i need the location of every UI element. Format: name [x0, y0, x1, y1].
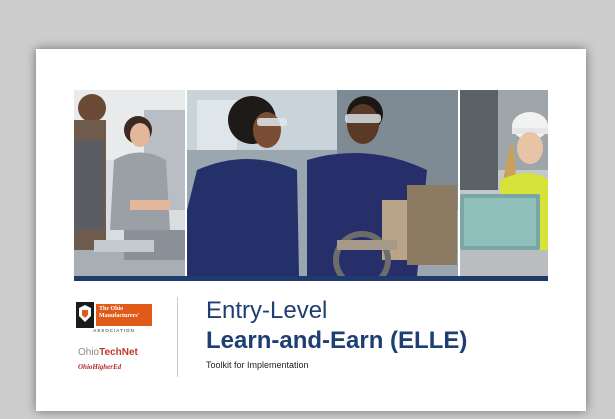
ohiotechnet-suffix: TechNet — [99, 347, 138, 358]
logo-divider — [177, 297, 178, 377]
ohiotechnet-prefix: Ohio — [78, 347, 100, 358]
photo-lathe-workers — [187, 90, 458, 276]
photo-engineer-laptop — [460, 90, 548, 276]
photo-banner — [74, 90, 548, 276]
cover-title-line1: Entry-Level — [206, 297, 328, 324]
photo-technicians — [74, 90, 185, 276]
ohio-manufacturers-association-logo: The Ohio Manufacturers' — [76, 301, 152, 329]
oma-line1: The Ohio — [99, 306, 124, 312]
cover-subtitle: Toolkit for Implementation — [206, 360, 309, 370]
cover-title-line2: Learn-and-Earn (ELLE) — [206, 327, 468, 354]
oma-subtitle: ASSOCIATION — [93, 328, 135, 333]
oma-name-box: The Ohio Manufacturers' — [96, 304, 152, 326]
oma-line2: Manufacturers' — [99, 313, 140, 319]
oma-mark-icon — [76, 302, 94, 328]
cover-slide: The Ohio Manufacturers' ASSOCIATION Ohio… — [36, 49, 586, 411]
ohiohighered-logo: OhioHigherEd — [78, 363, 122, 371]
accent-bar — [74, 276, 548, 281]
partner-logos: The Ohio Manufacturers' ASSOCIATION Ohio… — [74, 297, 174, 387]
screenshot-frame: The Ohio Manufacturers' ASSOCIATION Ohio… — [0, 0, 615, 419]
ohiotechnet-logo: OhioTechNet — [78, 347, 138, 358]
